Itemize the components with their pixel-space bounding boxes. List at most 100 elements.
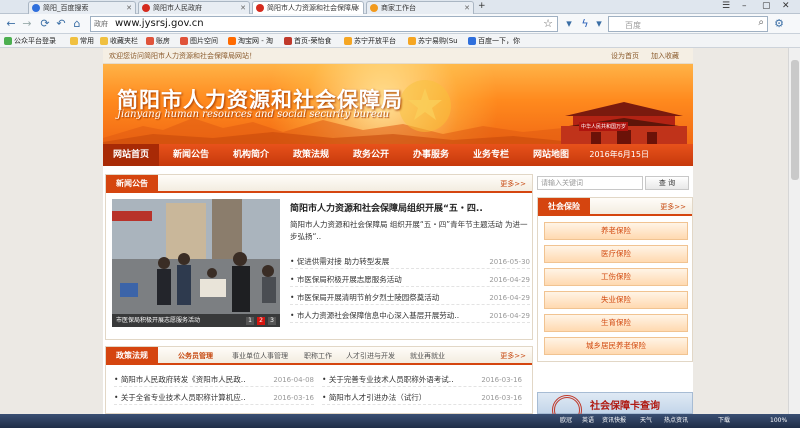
url-site-tag: 政府 xyxy=(94,20,108,28)
taskbar-item[interactable]: 天气 xyxy=(640,415,652,427)
pager-button[interactable]: 3 xyxy=(268,317,276,325)
dropdown-icon[interactable]: ▾ xyxy=(562,17,576,31)
policy-tab-civil-servant[interactable]: 公务员管理 xyxy=(178,351,213,361)
policy-tab-employment[interactable]: 就业再就业 xyxy=(410,351,445,361)
lightning-icon[interactable]: ϟ xyxy=(578,17,592,31)
news-item[interactable]: • 促进供需对接 助力转型发展 2016-05-30 xyxy=(290,255,530,269)
close-icon[interactable]: ✕ xyxy=(240,2,246,14)
browser-tab[interactable]: 简阳市人民政府 ✕ xyxy=(138,1,250,14)
more-link[interactable]: 更多>> xyxy=(500,179,526,189)
policy-item[interactable]: • 关于完善专业技术人员职称外语考试.. 2016-03-16 xyxy=(322,373,522,387)
welcome-text: 欢迎您访问简阳市人力资源和社会保障局网站！ xyxy=(109,52,256,60)
taskbar-item[interactable]: 英语 xyxy=(582,415,594,427)
bookmark-item[interactable]: 苏宁易购(Su xyxy=(408,36,458,46)
maximize-icon[interactable]: ▢ xyxy=(762,0,771,13)
nav-sitemap[interactable]: 网站地图 xyxy=(533,144,569,166)
nav-home[interactable]: 网站首页 xyxy=(103,144,160,166)
refresh-icon[interactable]: ⟳ xyxy=(38,17,52,31)
nav-policy[interactable]: 政策法规 xyxy=(293,144,329,166)
social-security-card-banner[interactable]: 社会保障卡查询 xyxy=(537,392,693,414)
site-search-input[interactable]: 请输入关键词 xyxy=(537,176,643,190)
close-icon[interactable]: ✕ xyxy=(126,2,132,14)
tools-icon[interactable]: ⚙ xyxy=(772,17,786,31)
policy-item[interactable]: • 关于全省专业技术人员职称计算机应.. 2016-03-16 xyxy=(114,391,314,405)
menu-icon[interactable]: ☰ xyxy=(722,0,730,13)
bookmark-item[interactable]: 百度一下，你 xyxy=(468,36,520,46)
set-homepage-link[interactable]: 设为首页 xyxy=(611,51,639,61)
undo-icon[interactable]: ↶ xyxy=(54,17,68,31)
news-headline[interactable]: 简阳市人力资源和社会保障局组织开展“五・四.. xyxy=(290,201,483,214)
taskbar-item[interactable]: 下载 xyxy=(718,415,730,427)
nav-columns[interactable]: 业务专栏 xyxy=(473,144,509,166)
close-icon[interactable]: ✕ xyxy=(464,2,470,14)
scrollbar-thumb[interactable] xyxy=(791,60,799,180)
bookmark-item[interactable]: 账房 xyxy=(146,36,170,46)
bookmark-item[interactable]: 苏宁开放平台 xyxy=(344,36,396,46)
more-link[interactable]: 更多>> xyxy=(500,351,526,361)
home-icon[interactable]: ⌂ xyxy=(70,17,84,31)
policy-tab-title[interactable]: 职称工作 xyxy=(304,351,332,361)
nav-about[interactable]: 机构简介 xyxy=(233,144,269,166)
more-link[interactable]: 更多>> xyxy=(660,202,686,212)
news-item-title: • 市医保局开展清明节前夕烈士陵园祭奠活动 xyxy=(290,293,440,302)
nav-services[interactable]: 办事服务 xyxy=(413,144,449,166)
bookmark-item[interactable]: 图片空间 xyxy=(180,36,218,46)
nav-news[interactable]: 新闻公告 xyxy=(173,144,209,166)
news-item[interactable]: • 市人力资源社会保障信息中心深入基层开展劳动.. 2016-04-29 xyxy=(290,309,530,323)
back-icon[interactable]: ← xyxy=(4,17,18,31)
panel-header: 新闻公告 更多>> xyxy=(106,175,532,193)
browser-tab-active[interactable]: 简阳市人力资源和社会保障局 ✕ xyxy=(252,1,364,15)
news-item-date: 2016-04-29 xyxy=(489,294,530,302)
top-strip: 欢迎您访问简阳市人力资源和社会保障局网站！ 设为首页 加入收藏 xyxy=(103,48,693,64)
zoom-level[interactable]: 100% xyxy=(770,415,787,427)
panel-title: 新闻公告 xyxy=(106,175,158,193)
bookmark-item[interactable]: 收藏夹栏 xyxy=(100,36,138,46)
bookmark-item[interactable]: 常用 xyxy=(70,36,94,46)
news-item-title: • 促进供需对接 助力转型发展 xyxy=(290,257,390,266)
forward-icon[interactable]: → xyxy=(20,17,34,31)
insurance-link-injury[interactable]: 工伤保险 xyxy=(544,268,688,286)
new-tab-button[interactable]: + xyxy=(478,0,486,13)
policy-item[interactable]: • 简阳市人才引进办法（试行） 2016-03-16 xyxy=(322,391,522,405)
bookmark-star-icon[interactable]: ☆ xyxy=(543,17,553,30)
policy-item[interactable]: • 简阳市人民政府转发《资阳市人民政.. 2016-04-08 xyxy=(114,373,314,387)
insurance-link-medical[interactable]: 医疗保险 xyxy=(544,245,688,263)
pager-button-active[interactable]: 2 xyxy=(257,317,265,325)
search-icon[interactable]: ⌕ xyxy=(758,17,764,28)
taskbar-item[interactable]: 资讯快报 xyxy=(602,415,626,427)
browser-tab[interactable]: 简阳_百度搜索 ✕ xyxy=(28,1,136,14)
pager-button[interactable]: 1 xyxy=(246,317,254,325)
search-box[interactable]: 百度 ⌕ xyxy=(608,16,768,32)
news-photo[interactable]: 市医保局积极开展志愿服务活动 1 2 3 xyxy=(112,199,280,327)
panel-header: 社会保险 更多>> xyxy=(538,198,692,216)
policy-tab-institution[interactable]: 事业单位人事管理 xyxy=(232,351,288,361)
bookmark-item[interactable]: 首页-荣怡食 xyxy=(284,36,332,46)
insurance-link-maternity[interactable]: 生育保险 xyxy=(544,314,688,332)
shop-icon xyxy=(370,4,378,12)
web-page-viewport: 欢迎您访问简阳市人力资源和社会保障局网站！ 设为首页 加入收藏 简阳市人力资源和… xyxy=(0,48,800,414)
current-date: 2016年6月15日 xyxy=(589,150,649,159)
policy-tab-talent[interactable]: 人才引进与开发 xyxy=(346,351,395,361)
insurance-link-resident-pension[interactable]: 城乡居民养老保险 xyxy=(544,337,688,355)
bookmark-item[interactable]: 淘宝网 - 淘 xyxy=(228,36,273,46)
main-nav: 网站首页 新闻公告 机构简介 政策法规 政务公开 办事服务 业务专栏 网站地图 … xyxy=(103,144,693,166)
insurance-link-unemployment[interactable]: 失业保险 xyxy=(544,291,688,309)
add-favorite-link[interactable]: 加入收藏 xyxy=(651,51,679,61)
taskbar-item[interactable]: 欧冠 xyxy=(560,415,572,427)
site-search-button[interactable]: 查 询 xyxy=(645,176,689,190)
news-item[interactable]: • 市医保局开展清明节前夕烈士陵园祭奠活动 2016-04-29 xyxy=(290,291,530,305)
address-toolbar: ← → ⟳ ↶ ⌂ 政府 www.jysrsj.gov.cn ☆ ▾ ϟ ▾ 百… xyxy=(0,14,800,34)
news-item[interactable]: • 市医保局积极开展志愿服务活动 2016-04-29 xyxy=(290,273,530,287)
insurance-link-pension[interactable]: 养老保险 xyxy=(544,222,688,240)
browser-tab[interactable]: 商家工作台 ✕ xyxy=(366,1,474,14)
address-bar[interactable]: 政府 www.jysrsj.gov.cn ☆ xyxy=(90,16,558,32)
url-text[interactable]: www.jysrsj.gov.cn xyxy=(115,18,204,29)
page-scrollbar[interactable] xyxy=(788,48,800,414)
bookmark-item[interactable]: 公众平台登录 xyxy=(4,36,56,46)
minimize-icon[interactable]: – xyxy=(742,0,747,13)
dropdown-icon[interactable]: ▾ xyxy=(592,17,606,31)
close-icon[interactable]: ✕ xyxy=(354,2,360,14)
close-window-icon[interactable]: ✕ xyxy=(782,0,790,13)
taskbar-item[interactable]: 热点资讯 xyxy=(664,415,688,427)
nav-public-affairs[interactable]: 政务公开 xyxy=(353,144,389,166)
